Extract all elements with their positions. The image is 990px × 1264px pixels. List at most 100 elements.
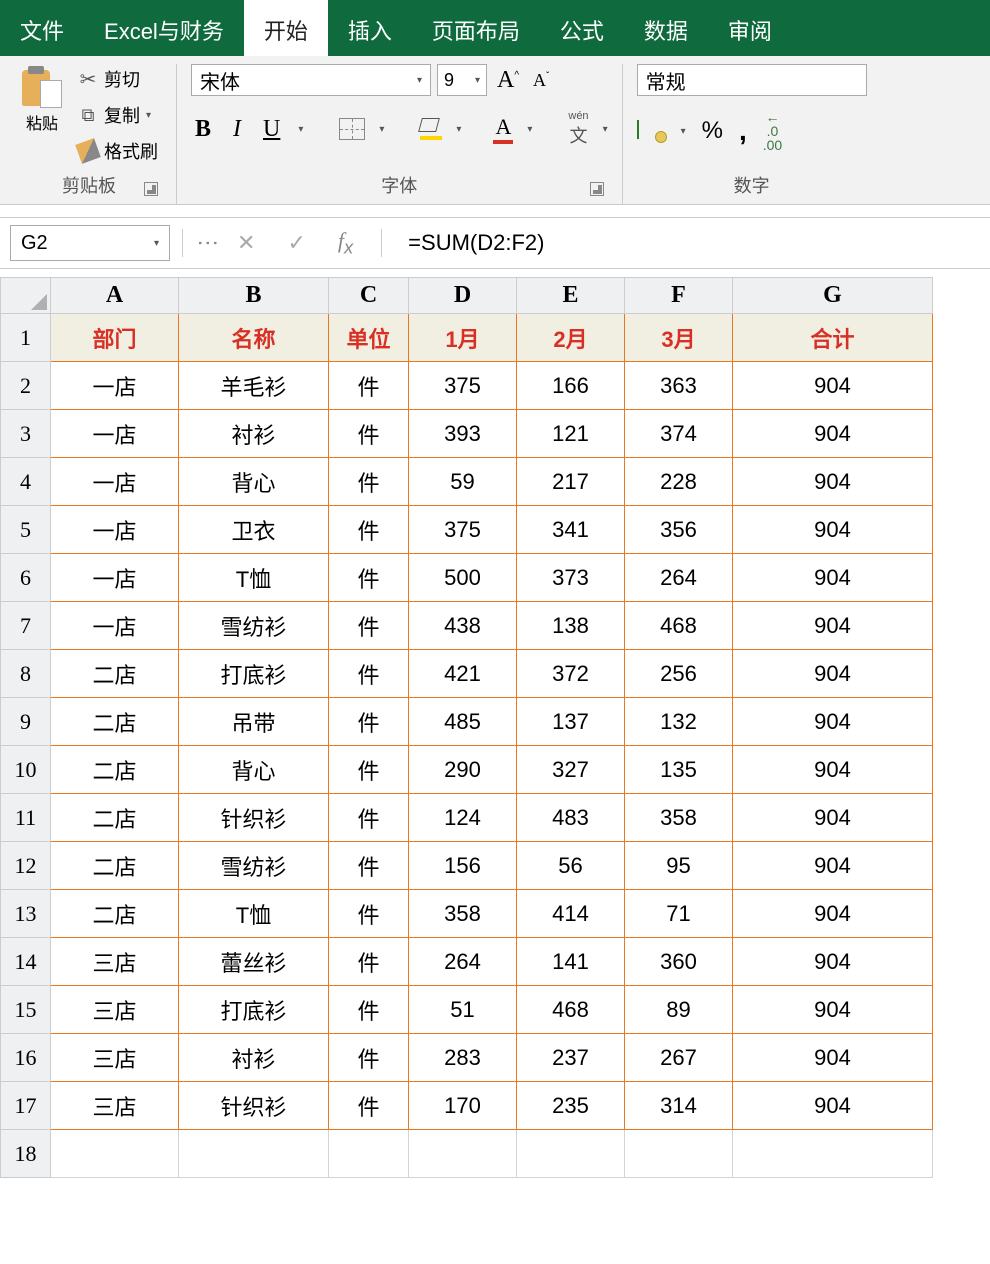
data-cell[interactable]: 237 (517, 1034, 625, 1082)
data-cell[interactable]: 256 (625, 650, 733, 698)
row-header-9[interactable]: 9 (1, 698, 51, 746)
data-cell[interactable]: 51 (409, 986, 517, 1034)
data-cell[interactable]: 三店 (51, 938, 179, 986)
cut-button[interactable]: ✂ 剪切 (74, 64, 162, 94)
tab-home[interactable]: 开始 (244, 0, 328, 56)
data-cell[interactable]: 件 (329, 746, 409, 794)
row-header-4[interactable]: 4 (1, 458, 51, 506)
data-cell[interactable]: 290 (409, 746, 517, 794)
data-cell[interactable]: 341 (517, 506, 625, 554)
data-cell[interactable]: 二店 (51, 890, 179, 938)
borders-button[interactable] (339, 118, 365, 140)
header-cell[interactable]: 3月 (625, 314, 733, 362)
chevron-down-icon[interactable]: ▾ (298, 124, 303, 135)
data-cell[interactable]: 121 (517, 410, 625, 458)
bold-button[interactable]: B (191, 114, 215, 145)
data-cell[interactable]: 一店 (51, 506, 179, 554)
chevron-down-icon[interactable]: ▾ (379, 124, 384, 135)
empty-cell[interactable] (329, 1130, 409, 1178)
data-cell[interactable]: 件 (329, 1082, 409, 1130)
data-cell[interactable]: 375 (409, 362, 517, 410)
select-all-corner[interactable] (1, 278, 51, 314)
column-header-F[interactable]: F (625, 278, 733, 314)
data-cell[interactable]: 141 (517, 938, 625, 986)
data-cell[interactable]: 468 (625, 602, 733, 650)
chevron-down-icon[interactable]: ▾ (456, 124, 461, 135)
data-cell[interactable]: 124 (409, 794, 517, 842)
data-cell[interactable]: 374 (625, 410, 733, 458)
row-header-17[interactable]: 17 (1, 1082, 51, 1130)
decrease-font-button[interactable]: Aˇ (529, 70, 553, 91)
data-cell[interactable]: 235 (517, 1082, 625, 1130)
data-cell[interactable]: 件 (329, 1034, 409, 1082)
data-cell[interactable]: 针织衫 (179, 1082, 329, 1130)
row-header-2[interactable]: 2 (1, 362, 51, 410)
data-cell[interactable]: 打底衫 (179, 986, 329, 1034)
header-cell[interactable]: 名称 (179, 314, 329, 362)
data-cell[interactable]: 三店 (51, 986, 179, 1034)
data-cell[interactable]: 393 (409, 410, 517, 458)
data-cell[interactable]: 一店 (51, 554, 179, 602)
data-cell[interactable]: 170 (409, 1082, 517, 1130)
data-cell[interactable]: 件 (329, 602, 409, 650)
row-header-6[interactable]: 6 (1, 554, 51, 602)
header-cell[interactable]: 单位 (329, 314, 409, 362)
tab-insert[interactable]: 插入 (328, 0, 412, 56)
data-cell[interactable]: 314 (625, 1082, 733, 1130)
data-cell[interactable]: 327 (517, 746, 625, 794)
data-cell[interactable]: 蕾丝衫 (179, 938, 329, 986)
increase-font-button[interactable]: A^ (493, 67, 523, 94)
data-cell[interactable]: 件 (329, 458, 409, 506)
increase-decimal-button[interactable]: ←.0.00 (763, 110, 782, 152)
paste-button[interactable]: 粘贴 (16, 64, 68, 166)
data-cell[interactable]: 904 (733, 458, 933, 506)
row-header-8[interactable]: 8 (1, 650, 51, 698)
data-cell[interactable]: 羊毛衫 (179, 362, 329, 410)
data-cell[interactable]: 背心 (179, 458, 329, 506)
column-header-G[interactable]: G (733, 278, 933, 314)
header-cell[interactable]: 合计 (733, 314, 933, 362)
data-cell[interactable]: 衬衫 (179, 1034, 329, 1082)
data-cell[interactable]: 904 (733, 938, 933, 986)
tab-formulas[interactable]: 公式 (540, 0, 624, 56)
column-header-E[interactable]: E (517, 278, 625, 314)
header-cell[interactable]: 1月 (409, 314, 517, 362)
data-cell[interactable]: 二店 (51, 698, 179, 746)
tab-data[interactable]: 数据 (624, 0, 708, 56)
tab-review[interactable]: 审阅 (708, 0, 792, 56)
data-cell[interactable]: 283 (409, 1034, 517, 1082)
data-cell[interactable]: 904 (733, 1082, 933, 1130)
spreadsheet-grid[interactable]: ABCDEFG1部门名称单位1月2月3月合计2一店羊毛衫件37516636390… (0, 277, 990, 1178)
row-header-10[interactable]: 10 (1, 746, 51, 794)
data-cell[interactable]: 363 (625, 362, 733, 410)
empty-cell[interactable] (625, 1130, 733, 1178)
data-cell[interactable]: 一店 (51, 458, 179, 506)
row-header-7[interactable]: 7 (1, 602, 51, 650)
row-header-13[interactable]: 13 (1, 890, 51, 938)
header-cell[interactable]: 2月 (517, 314, 625, 362)
row-header-12[interactable]: 12 (1, 842, 51, 890)
empty-cell[interactable] (733, 1130, 933, 1178)
data-cell[interactable]: 吊带 (179, 698, 329, 746)
fill-color-button[interactable] (420, 118, 442, 140)
data-cell[interactable]: 件 (329, 986, 409, 1034)
data-cell[interactable]: 件 (329, 554, 409, 602)
data-cell[interactable]: 二店 (51, 794, 179, 842)
data-cell[interactable]: 件 (329, 698, 409, 746)
data-cell[interactable]: 904 (733, 650, 933, 698)
empty-cell[interactable] (51, 1130, 179, 1178)
data-cell[interactable]: 56 (517, 842, 625, 890)
data-cell[interactable]: 件 (329, 794, 409, 842)
row-header-15[interactable]: 15 (1, 986, 51, 1034)
data-cell[interactable]: 904 (733, 986, 933, 1034)
data-cell[interactable]: 三店 (51, 1034, 179, 1082)
data-cell[interactable]: 166 (517, 362, 625, 410)
data-cell[interactable]: 件 (329, 938, 409, 986)
data-cell[interactable]: 373 (517, 554, 625, 602)
column-header-D[interactable]: D (409, 278, 517, 314)
phonetic-guide-button[interactable]: wén 文 (568, 110, 588, 148)
data-cell[interactable]: 一店 (51, 410, 179, 458)
data-cell[interactable]: 421 (409, 650, 517, 698)
data-cell[interactable]: 衬衫 (179, 410, 329, 458)
tab-file[interactable]: 文件 (0, 0, 84, 56)
